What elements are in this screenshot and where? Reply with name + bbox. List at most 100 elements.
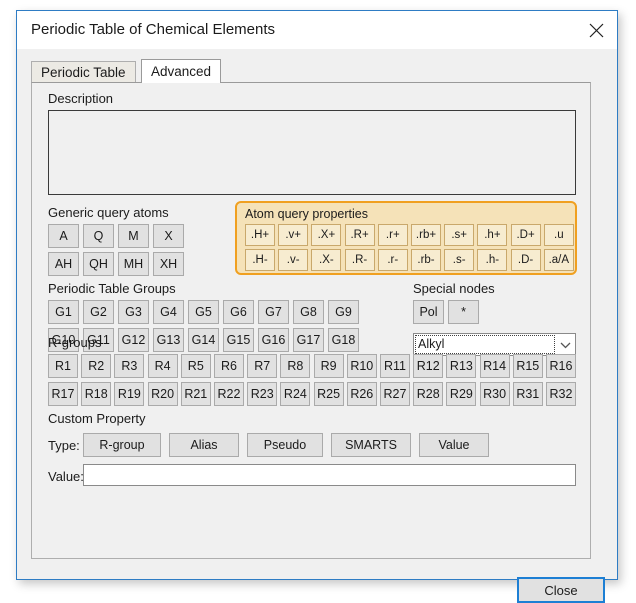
atom-query-button-rb[interactable]: .rb+ [411, 224, 441, 246]
r-group-button-r31[interactable]: R31 [512, 382, 543, 406]
group-button-g15[interactable]: G15 [223, 328, 254, 352]
r-group-button-r20[interactable]: R20 [147, 382, 178, 406]
generic-atom-button-m[interactable]: M [118, 224, 149, 248]
atom-query-button-r[interactable]: .R+ [344, 224, 375, 246]
type-button-alias[interactable]: Alias [169, 433, 239, 457]
special-node-button-pol[interactable]: Pol [413, 300, 444, 324]
r-group-button-r23[interactable]: R23 [247, 382, 278, 406]
generic-atom-button-q[interactable]: Q [83, 224, 114, 248]
atom-query-button-s[interactable]: .s- [444, 249, 475, 271]
value-label: Value: [48, 469, 84, 484]
r-group-button-r30[interactable]: R30 [479, 382, 510, 406]
group-button-g1[interactable]: G1 [48, 300, 79, 324]
atom-query-button-v[interactable]: .v+ [278, 224, 309, 246]
group-button-g3[interactable]: G3 [118, 300, 149, 324]
r-group-button-r29[interactable]: R29 [446, 382, 477, 406]
atom-query-button-d[interactable]: .D+ [510, 224, 541, 246]
r-group-button-r2[interactable]: R2 [81, 354, 112, 378]
dialog-window: Periodic Table of Chemical Elements Peri… [16, 10, 618, 603]
atom-query-button-x[interactable]: .X- [311, 249, 342, 271]
r-group-button-r16[interactable]: R16 [546, 354, 576, 378]
type-label: Type: [48, 438, 80, 453]
r-group-button-r21[interactable]: R21 [180, 382, 211, 406]
r-group-button-r8[interactable]: R8 [280, 354, 311, 378]
tab-periodic-table[interactable]: Periodic Table [31, 61, 136, 82]
r-group-button-r32[interactable]: R32 [546, 382, 576, 406]
r-group-button-r4[interactable]: R4 [147, 354, 178, 378]
r-group-button-r25[interactable]: R25 [313, 382, 344, 406]
atom-query-button-aa[interactable]: .a/A [543, 249, 574, 271]
group-button-g7[interactable]: G7 [258, 300, 289, 324]
r-group-button-r10[interactable]: R10 [346, 354, 377, 378]
atom-query-button-s[interactable]: .s+ [444, 224, 475, 246]
r-group-button-r7[interactable]: R7 [247, 354, 278, 378]
generic-atom-button-qh[interactable]: QH [83, 252, 114, 276]
atom-query-button-r[interactable]: .r- [377, 249, 408, 271]
r-group-button-r1[interactable]: R1 [48, 354, 78, 378]
r-group-button-r19[interactable]: R19 [114, 382, 145, 406]
group-button-g13[interactable]: G13 [153, 328, 184, 352]
group-button-g2[interactable]: G2 [83, 300, 114, 324]
r-group-button-r12[interactable]: R12 [413, 354, 444, 378]
group-button-g18[interactable]: G18 [328, 328, 359, 352]
group-button-g8[interactable]: G8 [293, 300, 324, 324]
r-group-button-r11[interactable]: R11 [380, 354, 410, 378]
generic-atom-button-xh[interactable]: XH [153, 252, 184, 276]
generic-atom-button-mh[interactable]: MH [118, 252, 149, 276]
r-group-button-r26[interactable]: R26 [346, 382, 377, 406]
r-group-button-r14[interactable]: R14 [479, 354, 510, 378]
atom-query-button-h[interactable]: .h+ [477, 224, 508, 246]
r-group-button-r18[interactable]: R18 [81, 382, 112, 406]
title-bar: Periodic Table of Chemical Elements [17, 11, 617, 49]
r-group-button-r5[interactable]: R5 [180, 354, 211, 378]
special-nodes-dropdown[interactable]: Alkyl [413, 333, 576, 356]
r-group-button-r3[interactable]: R3 [114, 354, 145, 378]
r-group-button-r13[interactable]: R13 [446, 354, 477, 378]
special-node-button-asterisk[interactable]: * [448, 300, 479, 324]
atom-query-button-r[interactable]: .r+ [377, 224, 408, 246]
atom-query-button-rb[interactable]: .rb- [411, 249, 441, 271]
r-groups-label: R-groups [48, 335, 102, 350]
group-button-g17[interactable]: G17 [293, 328, 324, 352]
atom-query-button-x[interactable]: .X+ [311, 224, 342, 246]
chevron-down-icon[interactable] [556, 334, 575, 355]
r-group-button-r28[interactable]: R28 [413, 382, 444, 406]
close-icon-glyph [589, 23, 604, 38]
atom-query-properties-label: Atom query properties [245, 207, 368, 221]
group-button-g12[interactable]: G12 [118, 328, 149, 352]
group-button-g9[interactable]: G9 [328, 300, 359, 324]
generic-atom-button-ah[interactable]: AH [48, 252, 79, 276]
atom-query-button-u[interactable]: .u [543, 224, 574, 246]
r-group-button-r6[interactable]: R6 [214, 354, 244, 378]
r-group-button-r9[interactable]: R9 [313, 354, 344, 378]
group-button-g16[interactable]: G16 [258, 328, 289, 352]
description-box[interactable] [48, 110, 576, 195]
group-button-g6[interactable]: G6 [223, 300, 254, 324]
r-group-button-r27[interactable]: R27 [380, 382, 410, 406]
window-title: Periodic Table of Chemical Elements [31, 21, 276, 38]
atom-query-button-h[interactable]: .h- [477, 249, 508, 271]
r-group-button-r24[interactable]: R24 [280, 382, 311, 406]
generic-atom-button-a[interactable]: A [48, 224, 79, 248]
tab-advanced[interactable]: Advanced [141, 59, 222, 83]
group-button-g4[interactable]: G4 [153, 300, 184, 324]
description-label: Description [48, 91, 114, 106]
r-group-button-r15[interactable]: R15 [512, 354, 543, 378]
type-button-r-group[interactable]: R-group [83, 433, 161, 457]
atom-query-button-d[interactable]: .D- [510, 249, 541, 271]
type-button-smarts[interactable]: SMARTS [331, 433, 411, 457]
group-button-g14[interactable]: G14 [188, 328, 219, 352]
close-button[interactable]: Close [517, 577, 605, 603]
type-button-value[interactable]: Value [419, 433, 489, 457]
group-button-g5[interactable]: G5 [188, 300, 219, 324]
atom-query-button-r[interactable]: .R- [344, 249, 375, 271]
atom-query-button-v[interactable]: .v- [278, 249, 309, 271]
atom-query-button-h[interactable]: .H+ [245, 224, 275, 246]
r-group-button-r17[interactable]: R17 [48, 382, 78, 406]
generic-atom-button-x[interactable]: X [153, 224, 184, 248]
type-button-pseudo[interactable]: Pseudo [247, 433, 323, 457]
value-input[interactable] [83, 464, 576, 486]
close-icon[interactable] [575, 11, 617, 49]
atom-query-button-h[interactable]: .H- [245, 249, 275, 271]
r-group-button-r22[interactable]: R22 [214, 382, 244, 406]
